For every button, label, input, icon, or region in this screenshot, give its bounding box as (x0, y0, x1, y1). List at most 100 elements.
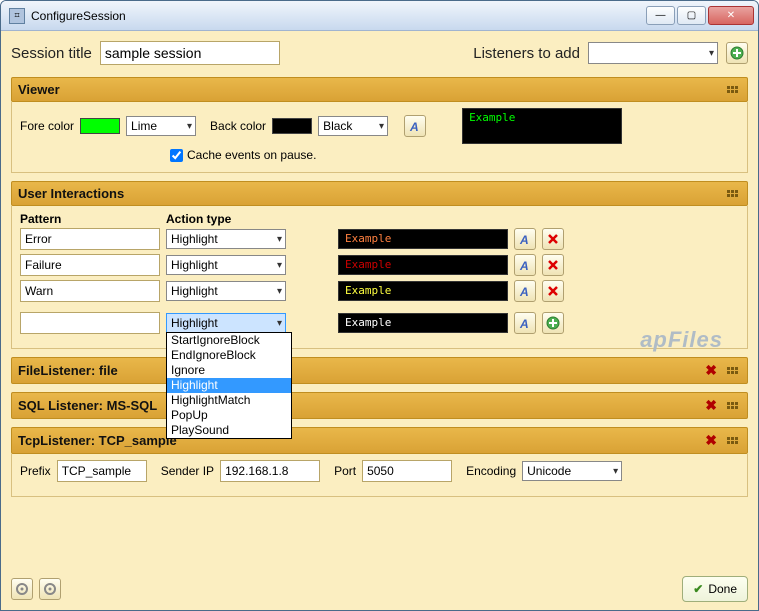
dropdown-option[interactable]: PopUp (167, 408, 291, 423)
delete-row-button[interactable] (542, 254, 564, 276)
svg-text:A: A (519, 285, 529, 298)
fore-color-swatch[interactable] (80, 118, 120, 134)
window: ⌗ ConfigureSession — ▢ ✕ Session title L… (0, 0, 759, 611)
dropdown-option[interactable]: HighlightMatch (167, 393, 291, 408)
back-color-swatch[interactable] (272, 118, 312, 134)
client-area: Session title Listeners to add Viewer Fo… (1, 31, 758, 610)
close-button[interactable]: ✕ (708, 6, 754, 25)
sql-listener-header: SQL Listener: MS-SQL ✖ (11, 392, 748, 419)
col-action: Action type (166, 212, 286, 226)
grip-icon (727, 402, 741, 409)
grip-icon (727, 190, 741, 197)
user-interactions-panel: User Interactions Pattern Action type Hi… (11, 181, 748, 349)
action-select[interactable]: Highlight (166, 255, 286, 275)
font-button[interactable]: A (514, 280, 536, 302)
session-title-label: Session title (11, 45, 92, 62)
new-row-preview: Example (338, 313, 508, 333)
delete-row-button[interactable] (542, 228, 564, 250)
gear-button-2[interactable] (39, 578, 61, 600)
done-label: Done (708, 582, 737, 596)
grip-icon (727, 86, 741, 93)
file-listener-text: FileListener: file (18, 363, 118, 378)
fore-color-select[interactable]: Lime (126, 116, 196, 136)
delete-listener-button[interactable]: ✖ (701, 397, 721, 414)
font-button[interactable]: A (514, 228, 536, 250)
encoding-label: Encoding (466, 464, 516, 478)
done-button[interactable]: ✔ Done (682, 576, 748, 602)
window-title: ConfigureSession (31, 9, 646, 23)
ui-body: Pattern Action type Highlight Example A … (11, 206, 748, 349)
prefix-label: Prefix (20, 464, 51, 478)
viewer-header-text: Viewer (18, 82, 60, 97)
viewer-preview: Example (462, 108, 622, 144)
font-button[interactable]: A (514, 254, 536, 276)
action-select[interactable]: Highlight (166, 229, 286, 249)
back-color-select[interactable]: Black (318, 116, 388, 136)
grip-icon (727, 437, 741, 444)
delete-listener-button[interactable]: ✖ (701, 362, 721, 379)
app-icon: ⌗ (9, 8, 25, 24)
pattern-input[interactable] (20, 228, 160, 250)
table-row: Highlight Example A (20, 280, 739, 302)
tcp-listener-panel: TcpListener: TCP_sample ✖ Prefix Sender … (11, 427, 748, 497)
window-controls: — ▢ ✕ (646, 6, 754, 25)
tcp-listener-text: TcpListener: TCP_sample (18, 433, 177, 448)
port-label: Port (334, 464, 356, 478)
delete-row-button[interactable] (542, 280, 564, 302)
font-button[interactable]: A (404, 115, 426, 137)
pattern-input[interactable] (20, 254, 160, 276)
fore-color-label: Fore color (20, 119, 74, 133)
new-pattern-input[interactable] (20, 312, 160, 334)
sql-listener-text: SQL Listener: MS-SQL (18, 398, 157, 413)
new-action-select[interactable]: Highlight (166, 313, 286, 333)
table-row: Highlight Example A (20, 254, 739, 276)
check-icon: ✔ (693, 582, 703, 596)
listeners-select[interactable] (588, 42, 718, 64)
sender-ip-input[interactable] (220, 460, 320, 482)
dropdown-option[interactable]: Ignore (167, 363, 291, 378)
delete-listener-button[interactable]: ✖ (701, 432, 721, 449)
session-title-input[interactable] (100, 41, 280, 65)
cache-checkbox[interactable] (170, 149, 183, 162)
new-row: Highlight Example A StartIgnoreBlock End… (20, 312, 739, 334)
dropdown-option[interactable]: EndIgnoreBlock (167, 348, 291, 363)
table-row: Highlight Example A (20, 228, 739, 250)
font-button[interactable]: A (514, 312, 536, 334)
bottom-bar: ✔ Done (11, 576, 748, 602)
col-pattern: Pattern (20, 212, 160, 226)
row-preview: Example (338, 229, 508, 249)
dropdown-option[interactable]: PlaySound (167, 423, 291, 438)
minimize-button[interactable]: — (646, 6, 675, 25)
back-color-label: Back color (210, 119, 266, 133)
viewer-header: Viewer (11, 77, 748, 102)
action-select[interactable]: Highlight (166, 281, 286, 301)
tcp-listener-header: TcpListener: TCP_sample ✖ (11, 427, 748, 454)
encoding-select[interactable]: Unicode (522, 461, 622, 481)
ui-header-text: User Interactions (18, 186, 124, 201)
add-listener-button[interactable] (726, 42, 748, 64)
svg-text:A: A (409, 120, 419, 133)
gear-button-1[interactable] (11, 578, 33, 600)
listeners-label: Listeners to add (473, 45, 580, 62)
ui-header: User Interactions (11, 181, 748, 206)
row-preview: Example (338, 255, 508, 275)
cache-label: Cache events on pause. (187, 148, 316, 162)
add-row-button[interactable] (542, 312, 564, 334)
svg-text:A: A (519, 317, 529, 330)
grip-icon (727, 367, 741, 374)
row-preview: Example (338, 281, 508, 301)
pattern-input[interactable] (20, 280, 160, 302)
file-listener-header: FileListener: file ✖ (11, 357, 748, 384)
action-dropdown-list[interactable]: StartIgnoreBlock EndIgnoreBlock Ignore H… (166, 332, 292, 439)
viewer-body: Fore color Lime Back color Black A Examp… (11, 102, 748, 173)
titlebar: ⌗ ConfigureSession — ▢ ✕ (1, 1, 758, 31)
tcp-body: Prefix Sender IP Port Encoding Unicode (11, 454, 748, 497)
dropdown-option[interactable]: StartIgnoreBlock (167, 333, 291, 348)
prefix-input[interactable] (57, 460, 147, 482)
top-row: Session title Listeners to add (11, 41, 748, 65)
maximize-button[interactable]: ▢ (677, 6, 706, 25)
svg-text:A: A (519, 259, 529, 272)
viewer-panel: Viewer Fore color Lime Back color Black … (11, 77, 748, 173)
dropdown-option-selected[interactable]: Highlight (167, 378, 291, 393)
port-input[interactable] (362, 460, 452, 482)
